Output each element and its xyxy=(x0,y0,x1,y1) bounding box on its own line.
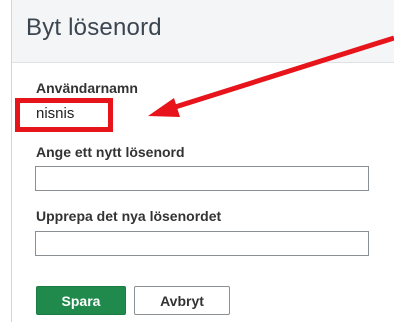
save-button[interactable]: Spara xyxy=(36,286,126,315)
change-password-page: Byt lösenord Användarnamn nisnis Ange et… xyxy=(0,0,394,322)
cancel-button[interactable]: Avbryt xyxy=(134,286,230,315)
new-password-label: Ange ett nytt lösenord xyxy=(36,144,185,160)
repeat-password-label: Upprepa det nya lösenordet xyxy=(36,208,222,224)
repeat-password-input[interactable] xyxy=(35,231,369,256)
username-label: Användarnamn xyxy=(36,80,138,96)
username-value: nisnis xyxy=(36,105,75,122)
page-title: Byt lösenord xyxy=(26,14,162,41)
new-password-input[interactable] xyxy=(35,166,369,191)
